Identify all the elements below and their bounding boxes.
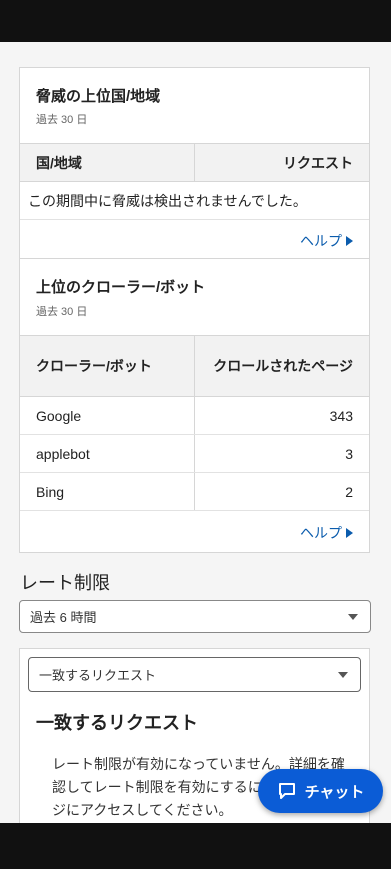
crawled-pages: 2 xyxy=(194,472,369,511)
table-row: applebot 3 xyxy=(20,434,369,473)
threats-table: 国/地域 リクエスト この期間中に脅威は検出されませんでした。 xyxy=(20,143,369,220)
card-title: 上位のクローラー/ボット xyxy=(36,279,206,296)
filter-select-value: 一致するリクエスト xyxy=(39,668,157,683)
help-link[interactable]: ヘルプ xyxy=(300,231,353,251)
page-content: 脅威の上位国/地域 過去 30 日 国/地域 リクエスト この期間中に脅威は検出… xyxy=(0,42,391,823)
rate-limit-heading: レート制限 xyxy=(20,573,110,593)
column-header-requests[interactable]: リクエスト xyxy=(194,143,369,182)
period-select-value: 過去 6 時間 xyxy=(30,610,97,625)
card-subtitle: 過去 30 日 xyxy=(36,114,88,126)
chevron-down-icon xyxy=(348,613,358,620)
table-row: Bing 2 xyxy=(20,472,369,511)
chevron-down-icon xyxy=(338,671,348,678)
card-title: 脅威の上位国/地域 xyxy=(36,88,161,105)
chevron-right-icon xyxy=(346,528,353,538)
chat-label: チャット xyxy=(304,783,365,801)
help-label: ヘルプ xyxy=(300,525,342,541)
period-select[interactable]: 過去 6 時間 xyxy=(19,600,371,633)
crawler-name: applebot xyxy=(20,434,195,473)
table-row: Google 343 xyxy=(20,396,369,435)
panel-title: 一致するリクエスト xyxy=(36,713,198,733)
crawled-pages: 343 xyxy=(194,396,369,435)
column-header-pages[interactable]: クロールされたページ xyxy=(194,335,369,397)
crawler-name: Bing xyxy=(20,472,195,511)
card-subtitle: 過去 30 日 xyxy=(36,306,88,318)
help-link[interactable]: ヘルプ xyxy=(300,523,353,543)
crawlers-table: クローラー/ボット クロールされたページ Google 343 applebot… xyxy=(20,335,369,511)
chevron-right-icon xyxy=(346,236,353,246)
navigation-bar xyxy=(0,823,391,869)
chat-icon xyxy=(278,783,295,799)
status-bar xyxy=(0,0,391,42)
column-header-crawler[interactable]: クローラー/ボット xyxy=(20,335,195,397)
empty-message: この期間中に脅威は検出されませんでした。 xyxy=(20,181,369,220)
column-header-country[interactable]: 国/地域 xyxy=(20,143,195,182)
column-header-pages-label: クロールされたページ xyxy=(213,358,353,374)
crawler-name: Google xyxy=(20,396,195,435)
top-crawlers-card: 上位のクローラー/ボット 過去 30 日 クローラー/ボット クロールされたペー… xyxy=(19,259,370,553)
crawled-pages: 3 xyxy=(194,434,369,473)
help-label: ヘルプ xyxy=(300,233,342,249)
chat-button[interactable]: チャット xyxy=(258,769,383,813)
filter-select[interactable]: 一致するリクエスト xyxy=(28,657,361,692)
top-threat-countries-card: 脅威の上位国/地域 過去 30 日 国/地域 リクエスト この期間中に脅威は検出… xyxy=(19,67,370,259)
